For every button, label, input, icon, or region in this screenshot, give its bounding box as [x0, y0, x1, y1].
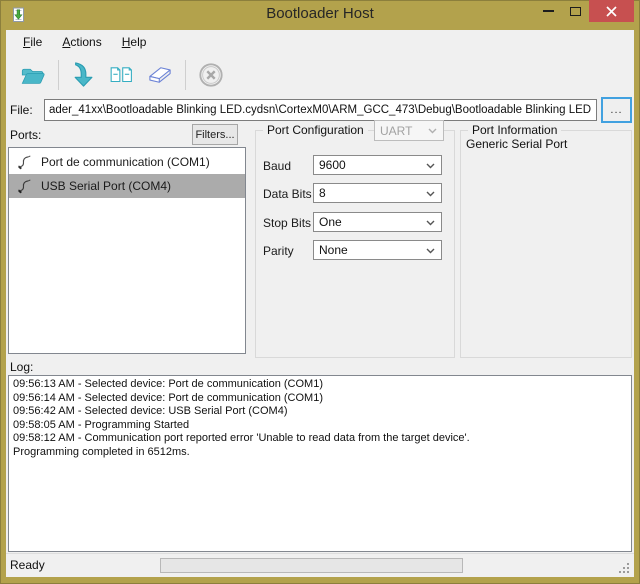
open-file-button[interactable] — [14, 57, 52, 93]
chevron-down-icon — [428, 128, 437, 134]
port-item-com1[interactable]: Port de communication (COM1) — [9, 150, 245, 174]
download-arrow-icon — [71, 60, 97, 90]
maximize-button[interactable] — [562, 0, 589, 22]
log-line: 09:58:12 AM - Communication port reporte… — [13, 432, 627, 446]
chevron-down-icon — [426, 191, 435, 197]
toolbar-separator — [185, 60, 186, 90]
menu-actions[interactable]: Actions — [52, 32, 111, 52]
progress-bar — [160, 558, 463, 573]
open-folder-icon — [20, 61, 46, 89]
port-information-text: Generic Serial Port — [466, 137, 567, 151]
close-button[interactable] — [589, 0, 634, 22]
abort-button — [192, 57, 230, 93]
log-output[interactable]: 09:56:13 AM - Selected device: Port de c… — [8, 375, 632, 552]
bootloader-host-window: Bootloader Host File Actions Help — [0, 0, 640, 584]
maximize-icon — [570, 7, 581, 16]
baud-label: Baud — [263, 159, 291, 173]
file-label: File: — [10, 103, 33, 117]
serial-port-icon — [17, 178, 32, 194]
abort-circle-x-icon — [198, 61, 224, 89]
verify-button[interactable] — [103, 57, 141, 93]
baud-select[interactable]: 9600 — [313, 155, 442, 175]
data-bits-label: Data Bits — [263, 187, 312, 201]
log-label: Log: — [10, 360, 33, 374]
file-path-input[interactable] — [44, 99, 597, 121]
toolbar — [6, 54, 634, 95]
toolbar-separator — [58, 60, 59, 90]
menu-help[interactable]: Help — [112, 32, 157, 52]
title-bar[interactable]: Bootloader Host — [0, 0, 640, 30]
menu-bar: File Actions Help — [6, 30, 634, 54]
protocol-select: UART — [374, 120, 444, 141]
status-bar: Ready — [6, 553, 634, 577]
port-item-label: Port de communication (COM1) — [41, 155, 210, 169]
program-button[interactable] — [65, 57, 103, 93]
close-icon — [606, 6, 617, 17]
log-line: Programming completed in 6512ms. — [13, 446, 627, 460]
ports-label: Ports: — [10, 128, 41, 142]
documents-icon — [109, 61, 135, 89]
minimize-button[interactable] — [535, 0, 562, 22]
log-line: 09:58:05 AM - Programming Started — [13, 419, 627, 433]
port-configuration-title: Port Configuration — [263, 123, 368, 137]
log-line: 09:56:13 AM - Selected device: Port de c… — [13, 378, 627, 392]
parity-label: Parity — [263, 244, 294, 258]
erase-button[interactable] — [141, 57, 179, 93]
serial-port-icon — [17, 154, 32, 170]
chevron-down-icon — [426, 163, 435, 169]
filters-button[interactable]: Filters... — [192, 124, 238, 145]
resize-grip-icon[interactable] — [618, 562, 630, 574]
chevron-down-icon — [426, 220, 435, 226]
port-information-title: Port Information — [468, 123, 561, 137]
data-bits-select[interactable]: 8 — [313, 183, 442, 203]
port-item-label: USB Serial Port (COM4) — [41, 179, 171, 193]
minimize-icon — [543, 10, 554, 12]
parity-select[interactable]: None — [313, 240, 442, 260]
browse-button[interactable]: ... — [601, 97, 632, 123]
port-item-com4[interactable]: USB Serial Port (COM4) — [9, 174, 245, 198]
menu-file[interactable]: File — [13, 32, 52, 52]
chevron-down-icon — [426, 248, 435, 254]
log-line: 09:56:42 AM - Selected device: USB Seria… — [13, 405, 627, 419]
log-line: 09:56:14 AM - Selected device: Port de c… — [13, 392, 627, 406]
ports-list[interactable]: Port de communication (COM1) USB Serial … — [8, 147, 246, 354]
port-information-group: Port Information — [460, 130, 632, 358]
eraser-icon — [147, 62, 173, 88]
stop-bits-label: Stop Bits — [263, 216, 311, 230]
stop-bits-select[interactable]: One — [313, 212, 442, 232]
status-text: Ready — [10, 558, 45, 572]
